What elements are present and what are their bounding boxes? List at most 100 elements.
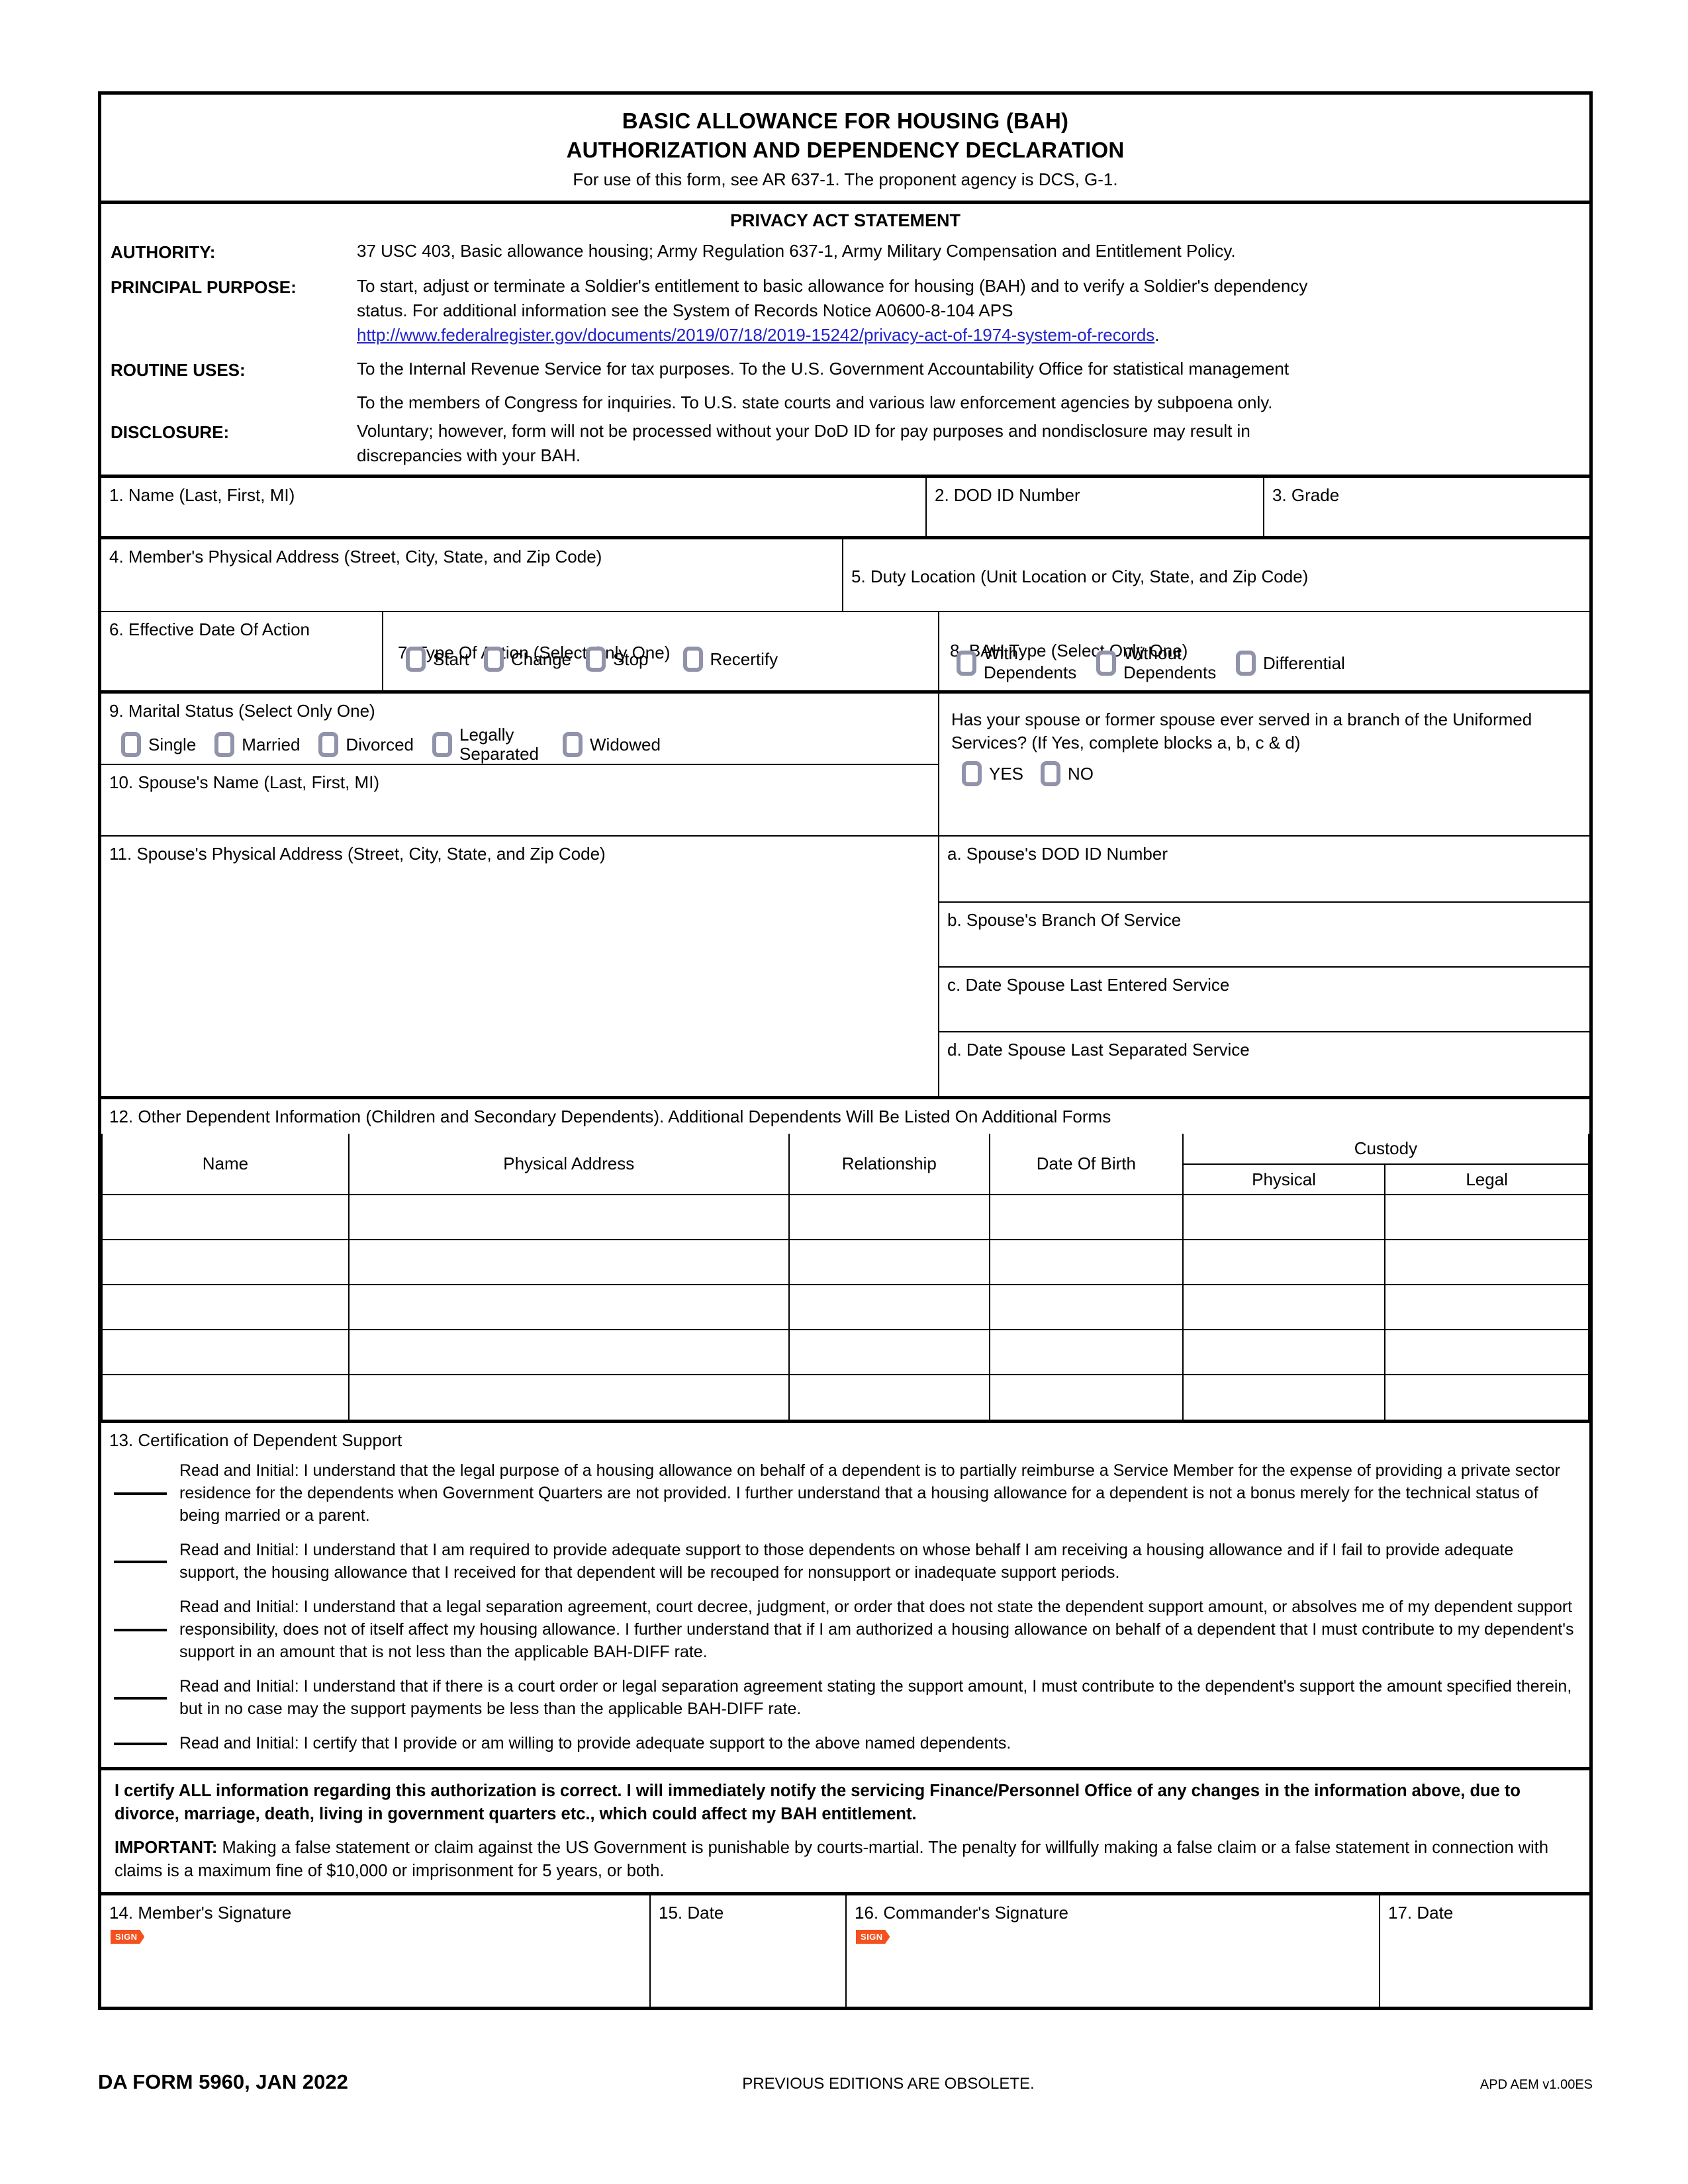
initials-line[interactable]: [114, 1696, 167, 1700]
checkbox-bah-differential[interactable]: Differential: [1236, 651, 1345, 676]
row-addresses: 4. Member's Physical Address (Street, Ci…: [101, 536, 1589, 611]
checkbox-action-change[interactable]: Change: [483, 647, 571, 672]
checkbox-bah-without-dependents[interactable]: Without Dependents: [1096, 644, 1223, 682]
cell-date-of-birth[interactable]: [988, 1284, 1184, 1330]
field-11-spouse-address[interactable]: 11. Spouse's Physical Address (Street, C…: [101, 837, 938, 1096]
field-15-date[interactable]: 15. Date: [649, 1895, 845, 2007]
cell-physical-address[interactable]: [348, 1284, 790, 1330]
initials-field-1[interactable]: [101, 1492, 179, 1495]
checkbox-marital-single[interactable]: Single: [121, 732, 196, 757]
cell-custody-physical[interactable]: [1182, 1239, 1386, 1285]
checkbox-box-icon[interactable]: [406, 647, 426, 672]
field-2-dod-id[interactable]: 2. DOD ID Number: [925, 478, 1263, 536]
checkbox-box-icon[interactable]: [957, 651, 976, 676]
cell-name[interactable]: [101, 1284, 350, 1330]
cell-date-of-birth[interactable]: [988, 1374, 1184, 1420]
cell-relationship[interactable]: [788, 1329, 990, 1375]
cell-date-of-birth[interactable]: [988, 1239, 1184, 1285]
checkbox-marital-legally-separated[interactable]: Legally Separated: [432, 725, 544, 764]
sign-tag-commander[interactable]: SIGN: [856, 1930, 890, 1944]
checkbox-box-icon[interactable]: [563, 732, 583, 757]
checkbox-box-icon[interactable]: [962, 761, 982, 786]
checkbox-box-icon[interactable]: [483, 647, 504, 672]
initials-line[interactable]: [114, 1628, 167, 1631]
cell-custody-legal[interactable]: [1384, 1284, 1589, 1330]
checkbox-action-recertify[interactable]: Recertify: [682, 647, 778, 672]
field-c-spouse-entered-service[interactable]: c. Date Spouse Last Entered Service: [939, 966, 1589, 1031]
field-10-spouse-name[interactable]: 10. Spouse's Name (Last, First, MI): [101, 764, 938, 835]
cell-physical-address[interactable]: [348, 1194, 790, 1240]
checkbox-box-icon[interactable]: [1096, 651, 1116, 676]
certify-important-block: I certify ALL information regarding this…: [101, 1767, 1589, 1892]
cell-custody-legal[interactable]: [1384, 1194, 1589, 1240]
table-row[interactable]: [101, 1239, 1589, 1285]
initials-line[interactable]: [114, 1742, 167, 1745]
sign-tag-member[interactable]: SIGN: [111, 1930, 145, 1944]
cell-custody-physical[interactable]: [1182, 1329, 1386, 1375]
cell-name[interactable]: [101, 1194, 350, 1240]
field-a-spouse-dod-id[interactable]: a. Spouse's DOD ID Number: [939, 837, 1589, 901]
cell-relationship[interactable]: [788, 1284, 990, 1330]
cell-physical-address[interactable]: [348, 1374, 790, 1420]
initials-field-3[interactable]: [101, 1628, 179, 1631]
checkbox-box-icon[interactable]: [121, 732, 141, 757]
cell-custody-physical[interactable]: [1182, 1284, 1386, 1330]
checkbox-marital-married[interactable]: Married: [214, 732, 300, 757]
checkbox-marital-divorced[interactable]: Divorced: [318, 732, 414, 757]
cell-name[interactable]: [101, 1239, 350, 1285]
cell-custody-physical[interactable]: [1182, 1374, 1386, 1420]
field-14-member-signature[interactable]: 14. Member's Signature SIGN: [101, 1895, 649, 2007]
table-row[interactable]: [101, 1329, 1589, 1375]
field-b-spouse-branch[interactable]: b. Spouse's Branch Of Service: [939, 901, 1589, 966]
checkbox-box-icon[interactable]: [214, 732, 235, 757]
field-17-date[interactable]: 17. Date: [1379, 1895, 1589, 2007]
field-d-spouse-separated-service[interactable]: d. Date Spouse Last Separated Service: [939, 1031, 1589, 1095]
field-5-duty-location[interactable]: 5. Duty Location (Unit Location or City,…: [842, 539, 1589, 611]
col-header-physical-address: Physical Address: [348, 1134, 790, 1195]
cell-name[interactable]: [101, 1374, 350, 1420]
cell-relationship[interactable]: [788, 1194, 990, 1240]
privacy-records-notice-link[interactable]: http://www.federalregister.gov/documents…: [357, 325, 1154, 345]
field-16-commander-signature[interactable]: 16. Commander's Signature SIGN: [845, 1895, 1379, 2007]
privacy-disclosure-line-1: Voluntary; however, form will not be pro…: [357, 421, 1250, 441]
cell-custody-legal[interactable]: [1384, 1329, 1589, 1375]
checkbox-marital-widowed[interactable]: Widowed: [563, 732, 661, 757]
cell-date-of-birth[interactable]: [988, 1194, 1184, 1240]
cell-physical-address[interactable]: [348, 1239, 790, 1285]
checkbox-box-icon[interactable]: [1236, 651, 1256, 676]
cell-custody-legal[interactable]: [1384, 1239, 1589, 1285]
cell-custody-physical[interactable]: [1182, 1194, 1386, 1240]
initials-field-2[interactable]: [101, 1560, 179, 1563]
checkbox-spouse-service-yes[interactable]: YES: [962, 761, 1023, 786]
cell-physical-address[interactable]: [348, 1329, 790, 1375]
signature-row: 14. Member's Signature SIGN 15. Date 16.…: [101, 1892, 1589, 2007]
dependents-header-row-1: Name Physical Address Relationship Date …: [101, 1134, 1590, 1195]
initials-field-4[interactable]: [101, 1696, 179, 1700]
cell-date-of-birth[interactable]: [988, 1329, 1184, 1375]
table-row[interactable]: [101, 1374, 1589, 1420]
cell-name[interactable]: [101, 1329, 350, 1375]
checkbox-box-icon[interactable]: [318, 732, 339, 757]
cell-relationship[interactable]: [788, 1239, 990, 1285]
field-15-label: 15. Date: [659, 1903, 724, 1923]
checkbox-box-icon[interactable]: [432, 732, 453, 757]
checkbox-action-stop[interactable]: Stop: [586, 647, 649, 672]
checkbox-box-icon[interactable]: [586, 647, 606, 672]
field-1-name[interactable]: 1. Name (Last, First, MI): [101, 478, 925, 536]
checkbox-spouse-service-no[interactable]: NO: [1041, 761, 1094, 786]
checkbox-action-start[interactable]: Start: [406, 647, 469, 672]
checkbox-box-icon[interactable]: [1041, 761, 1061, 786]
cell-relationship[interactable]: [788, 1374, 990, 1420]
initials-line[interactable]: [114, 1492, 167, 1495]
field-6-effective-date[interactable]: 6. Effective Date Of Action: [101, 612, 382, 690]
initials-field-5[interactable]: [101, 1742, 179, 1745]
field-3-grade[interactable]: 3. Grade: [1263, 478, 1589, 536]
cell-custody-legal[interactable]: [1384, 1374, 1589, 1420]
checkbox-bah-with-dependents[interactable]: With Dependents: [957, 644, 1083, 682]
checkbox-box-icon[interactable]: [682, 647, 703, 672]
table-row[interactable]: [101, 1284, 1589, 1330]
field-4-member-address[interactable]: 4. Member's Physical Address (Street, Ci…: [101, 539, 842, 611]
row-name-dodid-grade: 1. Name (Last, First, MI) 2. DOD ID Numb…: [101, 475, 1589, 536]
table-row[interactable]: [101, 1194, 1589, 1240]
initials-line[interactable]: [114, 1560, 167, 1563]
